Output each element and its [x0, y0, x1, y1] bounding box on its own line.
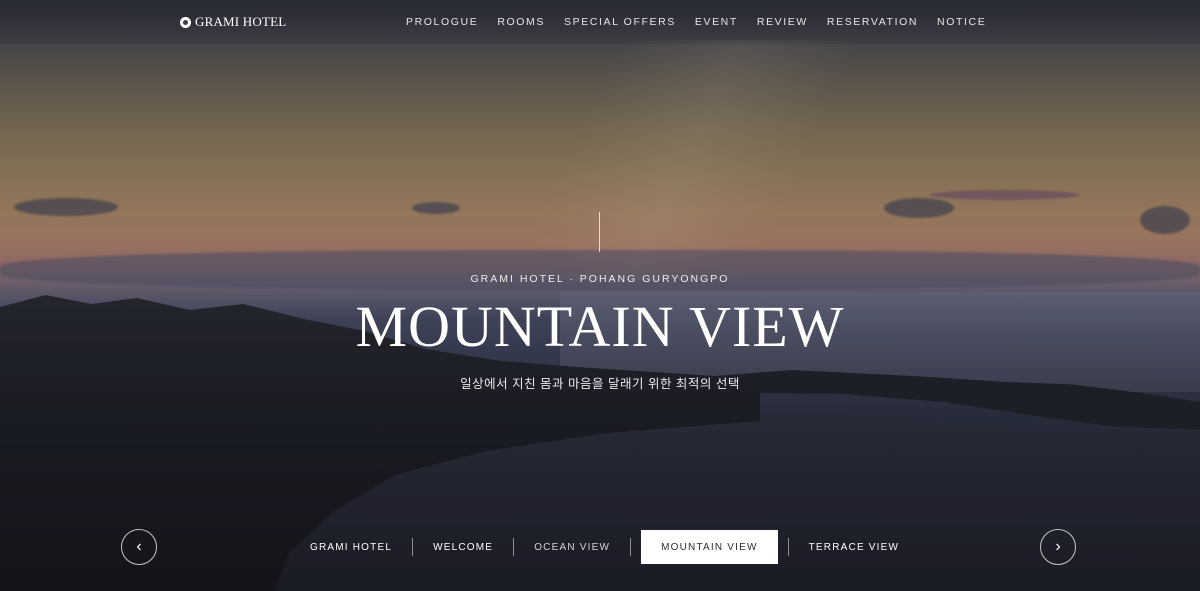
cloud	[1140, 206, 1190, 234]
cloud	[930, 190, 1080, 200]
logo-text: GRAMI HOTEL	[195, 14, 287, 29]
nav-item-notice[interactable]: NOTICE	[937, 16, 986, 28]
slider-tabs: GRAMI HOTEL WELCOME OCEAN VIEW MOUNTAIN …	[290, 530, 919, 564]
nav-item-rooms[interactable]: ROOMS	[497, 16, 545, 28]
nav-item-reservation[interactable]: RESERVATION	[827, 16, 918, 28]
cloud	[412, 202, 460, 214]
slider-tab-ocean-view[interactable]: OCEAN VIEW	[514, 530, 630, 564]
tab-divider	[630, 538, 632, 556]
chevron-left-icon: ‹	[136, 538, 142, 555]
main-menu: PROLOGUE ROOMS SPECIAL OFFERS EVENT REVI…	[406, 16, 1005, 28]
hero-tagline: 일상에서 지친 몸과 마음을 달래기 위한 최적의 선택	[460, 377, 740, 391]
logo-icon	[180, 16, 191, 28]
nav-item-event[interactable]: EVENT	[695, 16, 738, 28]
cloud	[884, 198, 954, 218]
slider-tab-welcome[interactable]: WELCOME	[413, 530, 513, 564]
cloud	[14, 198, 118, 216]
slider-tab-mountain-view[interactable]: MOUNTAIN VIEW	[641, 530, 778, 564]
nav-item-special-offers[interactable]: SPECIAL OFFERS	[564, 16, 676, 28]
hotel-logo[interactable]: GRAMI HOTEL	[180, 14, 286, 30]
nav-item-prologue[interactable]: PROLOGUE	[406, 16, 478, 28]
nav-item-review[interactable]: REVIEW	[757, 16, 808, 28]
top-navigation-bar: GRAMI HOTEL PROLOGUE ROOMS SPECIAL OFFER…	[0, 0, 1200, 44]
sun-rays	[520, 40, 900, 280]
slider-tab-grami-hotel[interactable]: GRAMI HOTEL	[290, 530, 412, 564]
hero-subtitle: GRAMI HOTEL · POHANG GURYONGPO	[470, 273, 730, 285]
slider-prev-button[interactable]: ‹	[121, 529, 157, 565]
slider-tab-terrace-view[interactable]: TERRACE VIEW	[789, 530, 920, 564]
vertical-divider	[599, 212, 600, 252]
slider-next-button[interactable]: ›	[1040, 529, 1076, 565]
hero-title: MOUNTAIN VIEW	[355, 294, 845, 359]
chevron-right-icon: ›	[1055, 538, 1061, 555]
hero-section: GRAMI HOTEL PROLOGUE ROOMS SPECIAL OFFER…	[0, 0, 1200, 591]
